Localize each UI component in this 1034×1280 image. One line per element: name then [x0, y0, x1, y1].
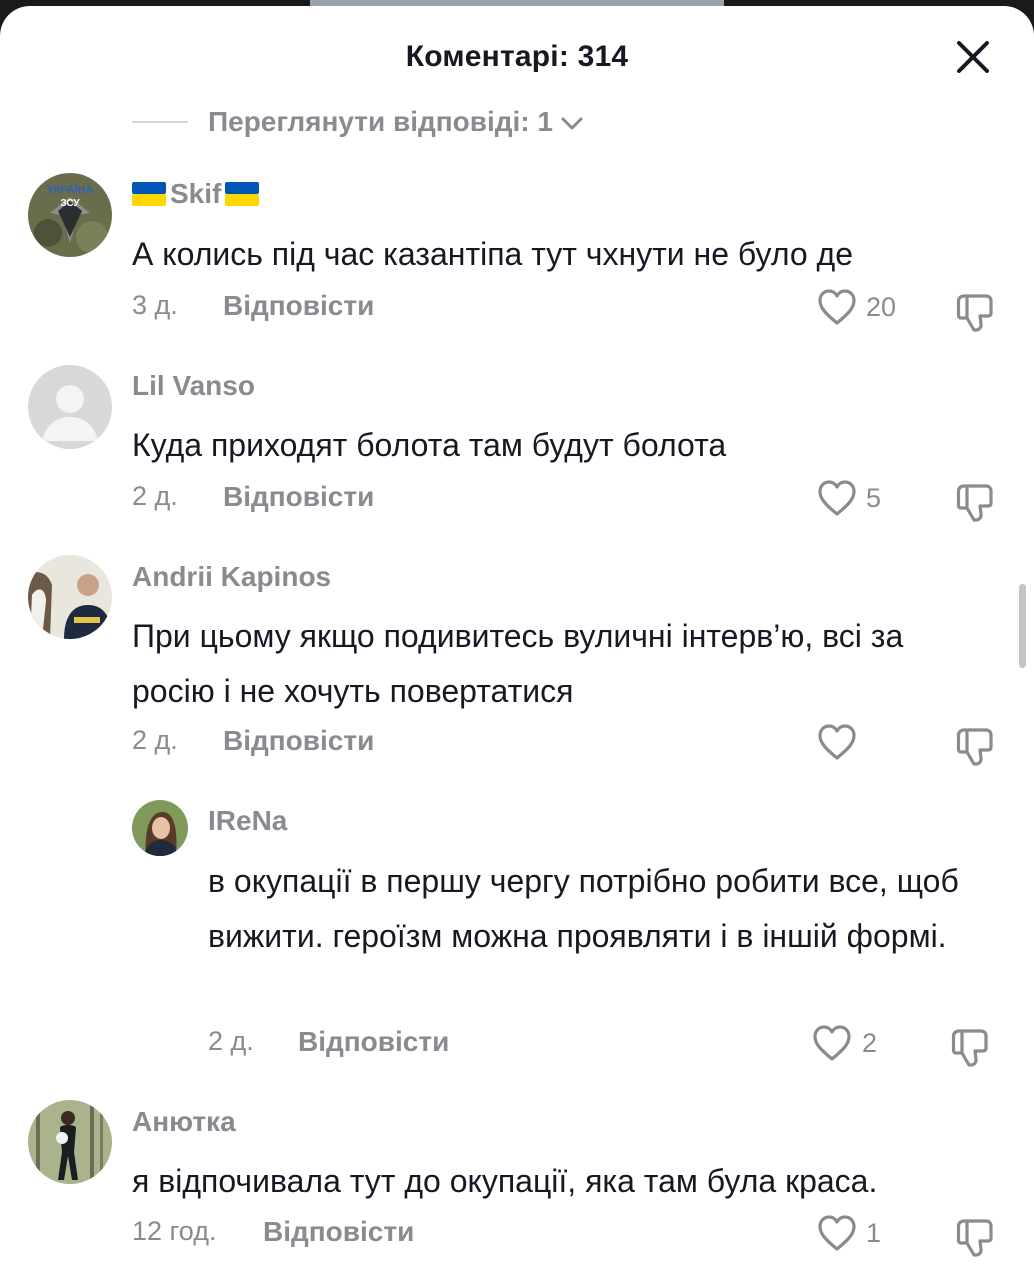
avatar[interactable]: [28, 555, 112, 639]
comment-username[interactable]: Lil Vanso: [132, 370, 255, 402]
heart-icon[interactable]: [816, 722, 858, 762]
comment-text: Куда приходят болота там будут болота: [132, 427, 727, 463]
comment-time: 2 д.: [208, 1026, 254, 1056]
thumbs-down-icon[interactable]: [955, 1217, 997, 1259]
heart-icon[interactable]: [816, 478, 858, 518]
comment-username[interactable]: Skif: [132, 178, 260, 210]
avatar[interactable]: УКРАЇНА ЗСУ: [28, 173, 112, 257]
avatar[interactable]: [28, 365, 112, 449]
comments-title: Коментарі: 314: [405, 40, 629, 73]
avatar[interactable]: [132, 800, 188, 856]
comment-time: 2 д.: [132, 725, 178, 755]
view-replies-button[interactable]: Переглянути відповіді: 1: [132, 102, 585, 142]
svg-text:УКРАЇНА: УКРАЇНА: [47, 183, 94, 196]
thumbs-down-icon[interactable]: [950, 1027, 992, 1069]
thumbs-down-icon[interactable]: [955, 292, 997, 334]
divider-line: [132, 121, 188, 123]
like-count: 1: [866, 1218, 882, 1248]
heart-icon[interactable]: [816, 1213, 858, 1253]
svg-text:ЗСУ: ЗСУ: [60, 198, 80, 209]
ukraine-flag-icon: [132, 182, 166, 206]
comment-text: я відпочивала тут до окупації, яка там б…: [132, 1163, 878, 1199]
avatar[interactable]: [28, 1100, 112, 1184]
comment-time: 12 год.: [132, 1216, 217, 1246]
comment-text: При цьому якщо подивитесь вуличні інтерв…: [132, 618, 904, 709]
scrollbar[interactable]: [1019, 584, 1026, 668]
comment-username[interactable]: Анютка: [132, 1106, 236, 1138]
like-count: 2: [862, 1028, 878, 1058]
view-replies-label: Переглянути відповіді: 1: [208, 106, 553, 137]
reply-button[interactable]: Відповісти: [223, 290, 374, 322]
comment-username[interactable]: IReNa: [208, 805, 287, 837]
heart-icon[interactable]: [816, 287, 858, 327]
comment-username[interactable]: Andrii Kapinos: [132, 561, 331, 593]
reply-button[interactable]: Відповісти: [223, 725, 374, 757]
reply-button[interactable]: Відповісти: [263, 1216, 414, 1248]
comment-text: А колись під час казантіпа тут чхнути не…: [132, 236, 854, 272]
like-count: 5: [866, 483, 882, 513]
close-button[interactable]: [952, 36, 994, 78]
like-count: 20: [866, 292, 897, 322]
reply-button[interactable]: Відповісти: [223, 481, 374, 513]
comment-time: 3 д.: [132, 290, 178, 320]
thumbs-down-icon[interactable]: [955, 482, 997, 524]
ukraine-flag-icon: [225, 182, 260, 206]
comment-time: 2 д.: [132, 481, 178, 511]
chevron-down-icon: [561, 117, 583, 130]
comment-text: в окупації в першу чергу потрібно робити…: [208, 863, 959, 954]
thumbs-down-icon[interactable]: [955, 726, 997, 768]
comments-sheet: Коментарі: 314 Переглянути відповіді: 1 …: [0, 6, 1034, 1280]
reply-button[interactable]: Відповісти: [298, 1026, 449, 1058]
close-icon: [957, 41, 989, 73]
heart-icon[interactable]: [811, 1023, 853, 1063]
